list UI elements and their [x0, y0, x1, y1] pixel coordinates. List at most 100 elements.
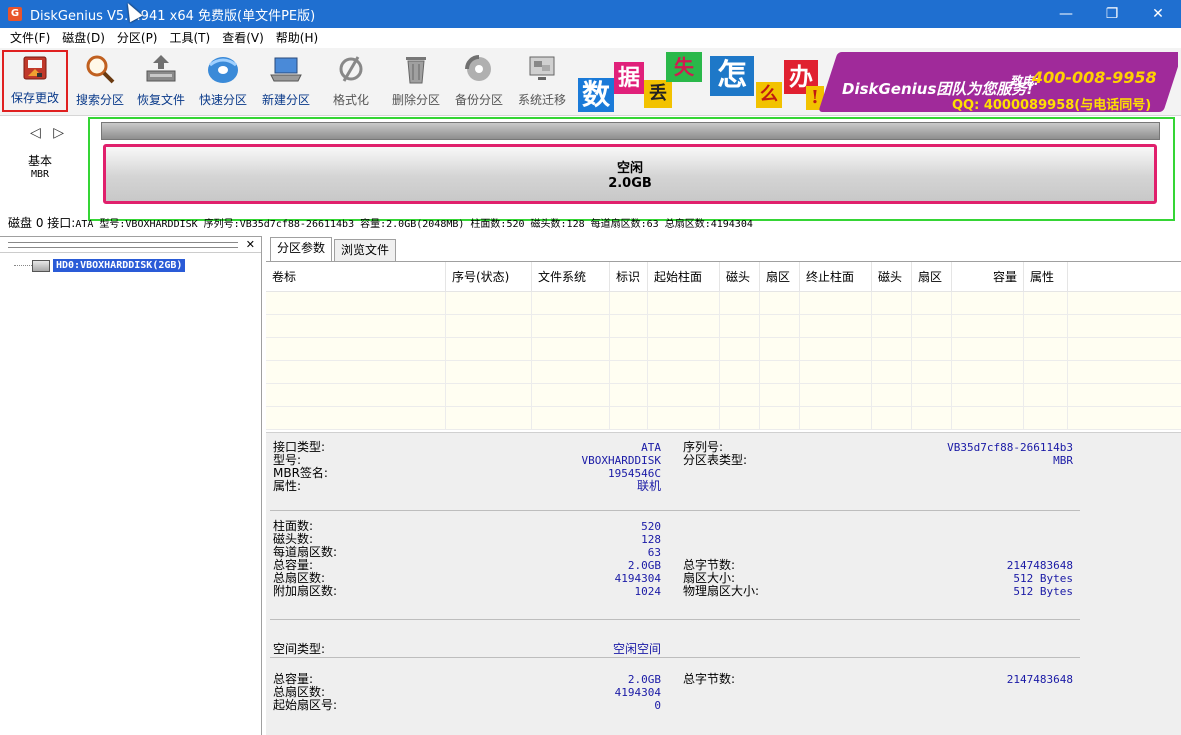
disk-info-prefix: 磁盘 0 接口: [8, 216, 76, 230]
menu-disk[interactable]: 磁盘(D) [56, 28, 111, 48]
window-title: DiskGenius V5. .941 x64 免费版(单文件PE版) [30, 8, 316, 24]
disk-info-details: ATA 型号:VBOXHARDDISK 序列号:VB35d7cf88-26611… [75, 219, 753, 230]
migrate-icon [524, 52, 560, 86]
col-filesystem[interactable]: 文件系统 [532, 262, 610, 291]
col-end-cyl[interactable]: 终止柱面 [800, 262, 872, 291]
value-free-total-sectors: 4194304 [614, 686, 661, 699]
banner-char: 丢 [644, 80, 672, 108]
tab-browse-files[interactable]: 浏览文件 [334, 239, 397, 261]
col-head[interactable]: 磁头 [720, 262, 760, 291]
close-panel-icon[interactable]: ✕ [246, 238, 255, 251]
label-free-total-bytes: 总字节数: [683, 672, 736, 686]
panel-grip[interactable] [8, 241, 238, 248]
value-total-bytes: 2147483648 [1006, 559, 1073, 572]
partition-table-header: 卷标 序号(状态) 文件系统 标识 起始柱面 磁头 扇区 终止柱面 磁头 扇区 … [266, 262, 1181, 292]
col-capacity[interactable]: 容量 [952, 262, 1024, 291]
backup-icon [461, 52, 497, 86]
delete-partition-button[interactable]: 删除分区 [386, 50, 446, 112]
save-changes-label: 保存更改 [10, 91, 59, 105]
value-start-sector: 0 [654, 699, 661, 712]
value-heads: 128 [641, 533, 661, 546]
value-free-total-bytes: 2147483648 [1006, 673, 1073, 686]
table-row [266, 315, 1181, 338]
col-sector-2[interactable]: 扇区 [912, 262, 952, 291]
banner-char: 么 [756, 82, 782, 108]
tree-node-label: HD0:VBOXHARDDISK(2GB) [53, 259, 186, 272]
menu-help[interactable]: 帮助(H) [270, 28, 324, 48]
menu-file[interactable]: 文件(F) [4, 28, 56, 48]
free-space-block[interactable]: 空闲 2.0GB [103, 144, 1157, 204]
system-migration-button[interactable]: 系统迁移 [512, 50, 572, 112]
col-start-cyl[interactable]: 起始柱面 [648, 262, 720, 291]
col-head-2[interactable]: 磁头 [872, 262, 912, 291]
col-attr[interactable]: 属性 [1024, 262, 1068, 291]
format-icon [333, 52, 369, 86]
col-index[interactable]: 序号(状态) [446, 262, 532, 291]
format-button[interactable]: 格式化 [328, 50, 374, 112]
window-controls: — ❐ ✕ [1043, 0, 1181, 28]
free-space-label: 空闲 [616, 161, 643, 176]
value-free-total-capacity: 2.0GB [627, 673, 661, 686]
disk-type: 基本 MBR [22, 155, 58, 181]
search-partition-button[interactable]: 搜索分区 [72, 50, 128, 112]
toolbar: 保存更改 搜索分区 恢复文件 快速分区 新建分区 格式化 删除分区 备份分区 系… [0, 48, 1181, 116]
banner-char: 据 [614, 62, 644, 94]
backup-partition-button[interactable]: 备份分区 [450, 50, 508, 112]
title-bar: G DiskGenius V5. .941 x64 免费版(单文件PE版) — … [0, 0, 1181, 28]
tab-partition-params[interactable]: 分区参数 [270, 237, 333, 261]
disk-map: ◁ ▷ 基本 MBR 空闲 2.0GB 磁盘 0 接口:ATA 型号:VBOXH… [0, 117, 1181, 235]
table-row [266, 292, 1181, 315]
backup-partition-label: 备份分区 [454, 93, 503, 107]
tree-panel-header: ✕ [0, 237, 261, 253]
disk-nav-arrows-icon[interactable]: ◁ ▷ [30, 125, 68, 141]
close-button[interactable]: ✕ [1135, 0, 1181, 28]
maximize-button[interactable]: ❐ [1089, 0, 1135, 28]
menu-tools[interactable]: 工具(T) [164, 28, 217, 48]
details-section-geometry [270, 511, 1080, 620]
table-row [266, 361, 1181, 384]
banner-char: 失 [666, 52, 702, 82]
col-sector[interactable]: 扇区 [760, 262, 800, 291]
trash-icon [398, 52, 434, 86]
value-interface-type: ATA [641, 441, 661, 454]
menu-view[interactable]: 查看(V) [216, 28, 270, 48]
new-partition-button[interactable]: 新建分区 [256, 50, 316, 112]
label-attribute: 属性: [273, 479, 302, 493]
value-total-sectors: 4194304 [614, 572, 661, 585]
label-start-sector: 起始扇区号: [273, 698, 338, 712]
label-extra-sectors: 附加扇区数: [273, 584, 338, 598]
value-partition-table-type: MBR [1053, 454, 1073, 467]
table-row [266, 384, 1181, 407]
value-physical-sector-size: 512 Bytes [1013, 585, 1073, 598]
app-icon: G [8, 7, 22, 21]
banner-phone: 400-008-9958 [1032, 68, 1157, 87]
tree-connector [14, 265, 32, 266]
table-row [266, 338, 1181, 361]
tree-node-hd0[interactable]: HD0:VBOXHARDDISK(2GB) [14, 259, 186, 272]
magnifier-icon [82, 52, 118, 86]
new-partition-label: 新建分区 [261, 93, 310, 107]
search-partition-label: 搜索分区 [75, 93, 124, 107]
minimize-button[interactable]: — [1043, 0, 1089, 28]
value-space-type: 空闲空间 [612, 642, 661, 656]
col-id[interactable]: 标识 [610, 262, 648, 291]
disk-tree-panel: ✕ HD0:VBOXHARDDISK(2GB) [0, 236, 262, 735]
table-row [266, 407, 1181, 430]
value-total-capacity: 2.0GB [627, 559, 661, 572]
recover-files-button[interactable]: 恢复文件 [132, 50, 190, 112]
banner-qq: QQ: 4000089958(与电话同号) [952, 98, 1152, 113]
disk-info-line: 磁盘 0 接口:ATA 型号:VBOXHARDDISK 序列号:VB35d7cf… [8, 214, 753, 231]
value-attribute: 联机 [636, 479, 661, 493]
menu-partition[interactable]: 分区(P) [111, 28, 164, 48]
value-sector-size: 512 Bytes [1013, 572, 1073, 585]
quick-partition-button[interactable]: 快速分区 [194, 50, 252, 112]
free-space-size: 2.0GB [608, 176, 652, 191]
save-icon [17, 52, 53, 84]
disc-icon [205, 52, 241, 86]
label-partition-table-type: 分区表类型: [683, 453, 748, 467]
value-extra-sectors: 1024 [634, 585, 662, 598]
col-volume[interactable]: 卷标 [266, 262, 446, 291]
banner-char: 数 [578, 78, 614, 112]
ad-banner[interactable]: 数 据 丢 失 怎 么 办 ! DiskGenius团队为您服务! 致电: 40… [570, 48, 1178, 114]
save-changes-button[interactable]: 保存更改 [2, 50, 68, 112]
